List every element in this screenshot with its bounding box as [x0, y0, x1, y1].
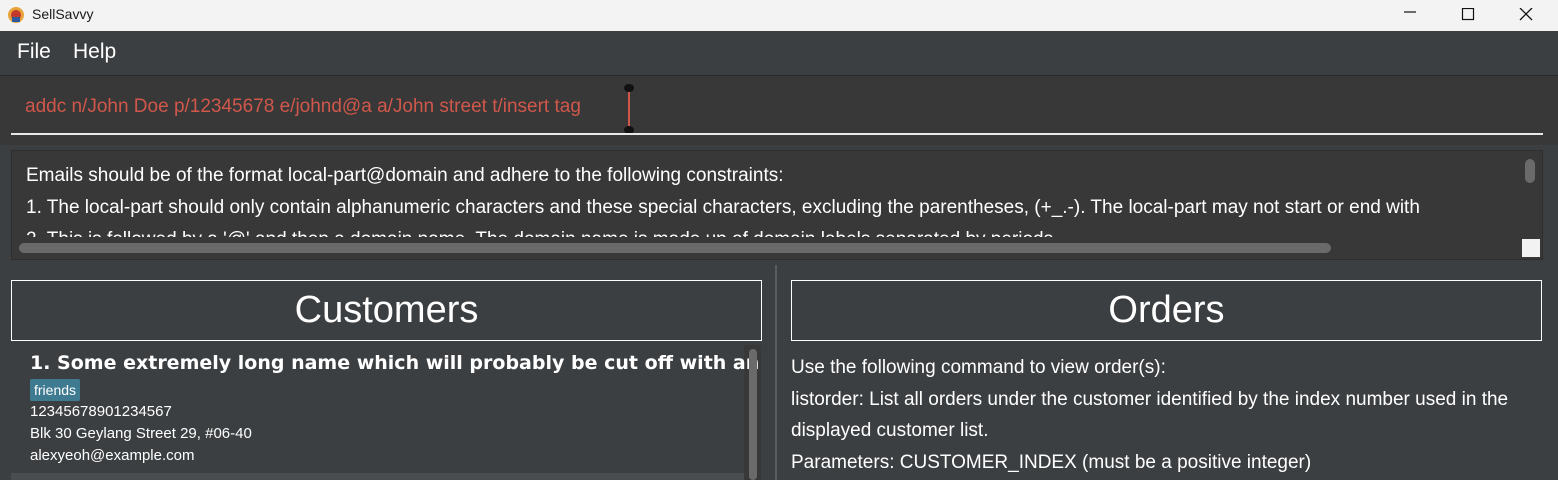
list-item[interactable]: [11, 473, 744, 480]
command-box: addc n/John Doe p/12345678 e/johnd@a a/J…: [0, 75, 1558, 145]
list-item[interactable]: 1. Some extremely long name which will p…: [11, 345, 761, 473]
close-button[interactable]: [1497, 0, 1555, 31]
result-line: Emails should be of the format local-par…: [26, 165, 784, 186]
orders-help-line: listorder: List all orders under the cus…: [791, 389, 1509, 410]
horizontal-scrollbar[interactable]: [19, 243, 1331, 253]
scrollbar-corner: [1522, 239, 1540, 257]
selection-handle-top[interactable]: [624, 84, 634, 92]
customer-email: alexyeoh@example.com: [30, 447, 195, 464]
window-title: SellSavvy: [32, 6, 94, 22]
orders-help-line: Parameters: CUSTOMER_INDEX (must be a po…: [791, 452, 1312, 473]
customer-address: Blk 30 Geylang Street 29, #06-40: [30, 425, 252, 442]
orders-help-line: Use the following command to view order(…: [791, 357, 1166, 378]
command-underline: [11, 133, 1543, 135]
orders-header: Orders: [791, 280, 1542, 341]
minimize-button[interactable]: [1381, 0, 1439, 31]
customers-header: Customers: [11, 280, 762, 341]
menu-file[interactable]: File: [17, 40, 51, 64]
title-bar: SellSavvy: [0, 0, 1558, 31]
vertical-scrollbar[interactable]: [1525, 159, 1535, 183]
text-caret: [628, 90, 630, 126]
orders-title: Orders: [1108, 289, 1225, 331]
command-input[interactable]: addc n/John Doe p/12345678 e/johnd@a a/J…: [25, 96, 581, 118]
orders-help-line: displayed customer list.: [791, 420, 989, 441]
maximize-button[interactable]: [1439, 0, 1497, 31]
tag-badge: friends: [30, 379, 81, 401]
result-display-area: Emails should be of the format local-par…: [0, 145, 1558, 263]
menu-help[interactable]: Help: [73, 40, 116, 64]
result-line: 1. The local-part should only contain al…: [26, 197, 1420, 218]
close-icon: [1519, 8, 1533, 21]
split-divider[interactable]: [775, 265, 777, 480]
menu-bar: File Help: [0, 31, 1558, 75]
vertical-scrollbar[interactable]: [749, 349, 757, 480]
result-display[interactable]: Emails should be of the format local-par…: [11, 150, 1543, 260]
customers-title: Customers: [294, 289, 479, 331]
customer-name: 1. Some extremely long name which will p…: [30, 352, 761, 374]
app-logo-icon: [8, 7, 24, 23]
minimize-icon: [1404, 11, 1416, 13]
maximize-icon: [1461, 8, 1475, 21]
customer-list[interactable]: 1. Some extremely long name which will p…: [11, 345, 761, 480]
customer-phone: 12345678901234567: [30, 403, 172, 420]
